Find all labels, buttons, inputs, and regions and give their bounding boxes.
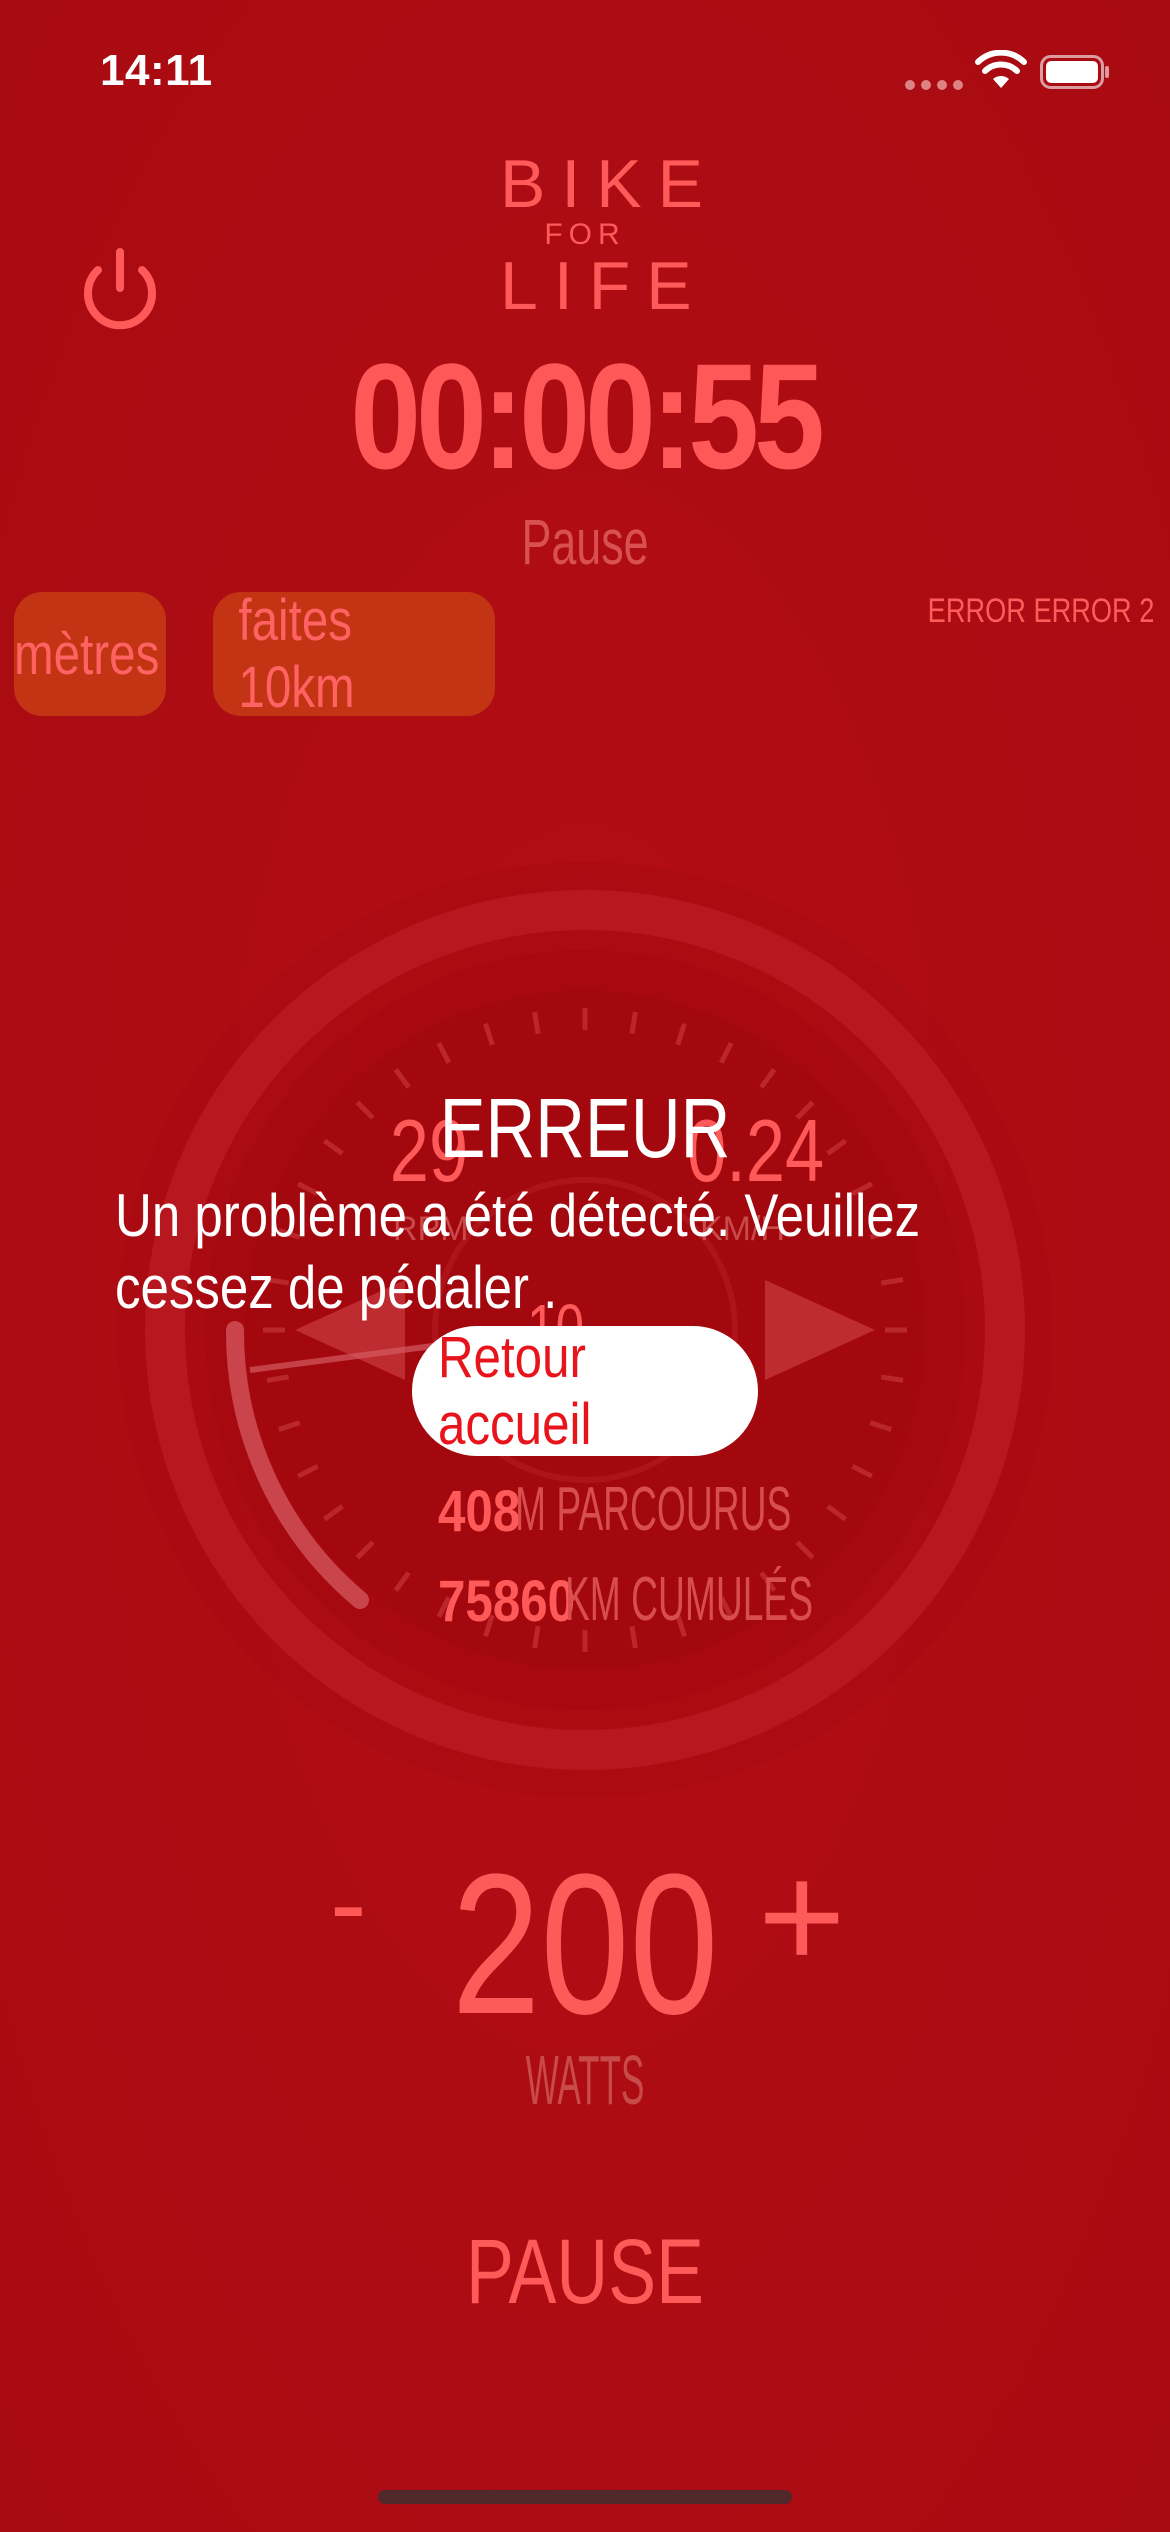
logo-line-life: LIFE	[500, 248, 708, 324]
cumulative-km-unit: KM CUMULÉS	[565, 1565, 814, 1634]
logo-line-bike: BIKE	[500, 146, 719, 222]
status-bar: 14:11	[0, 0, 1170, 140]
wifi-icon	[975, 50, 1027, 88]
back-home-button[interactable]: Retour accueil	[412, 1325, 758, 1457]
cumulative-km-value: 75860	[438, 1569, 576, 1634]
distance-unit: M PARCOURUS	[515, 1475, 792, 1544]
challenge-chip[interactable]: faites 10km	[213, 588, 495, 720]
watts-value: 200	[451, 1833, 719, 2056]
error-dialog-message: Un problème a été détecté. Veuillez cess…	[115, 1182, 921, 1321]
back-home-button-label: Retour accueil	[437, 1325, 592, 1457]
challenge-chip-label: faites 10km	[238, 588, 355, 720]
pause-button[interactable]: PAUSE	[129, 2220, 1042, 2325]
session-state: Pause	[521, 506, 649, 578]
power-icon[interactable]	[70, 240, 170, 340]
app-logo: BIKE FOR LIFE	[500, 146, 719, 324]
watts-label: WATTS	[525, 2041, 645, 2119]
gauge-tick	[532, 1011, 541, 1035]
distance-value: 408	[438, 1479, 521, 1544]
challenge-chip[interactable]: mètres	[14, 592, 166, 716]
gauge-tick	[629, 1011, 638, 1035]
error-dialog-title: ERREUR	[439, 1081, 731, 1175]
logo-line-for: FOR	[544, 218, 626, 251]
home-indicator[interactable]	[378, 2490, 792, 2504]
gauge-tick	[880, 1374, 904, 1383]
cellular-signal-icon	[905, 80, 963, 92]
challenge-chip-label: mètres	[14, 621, 160, 687]
error-code-text: ERROR ERROR 2	[927, 592, 1154, 630]
session-timer: 00:00:55	[350, 332, 825, 500]
gauge-tick	[266, 1374, 290, 1383]
increase-watts-button[interactable]: +	[758, 1830, 846, 2003]
status-time: 14:11	[100, 46, 213, 95]
battery-icon	[1040, 55, 1109, 89]
